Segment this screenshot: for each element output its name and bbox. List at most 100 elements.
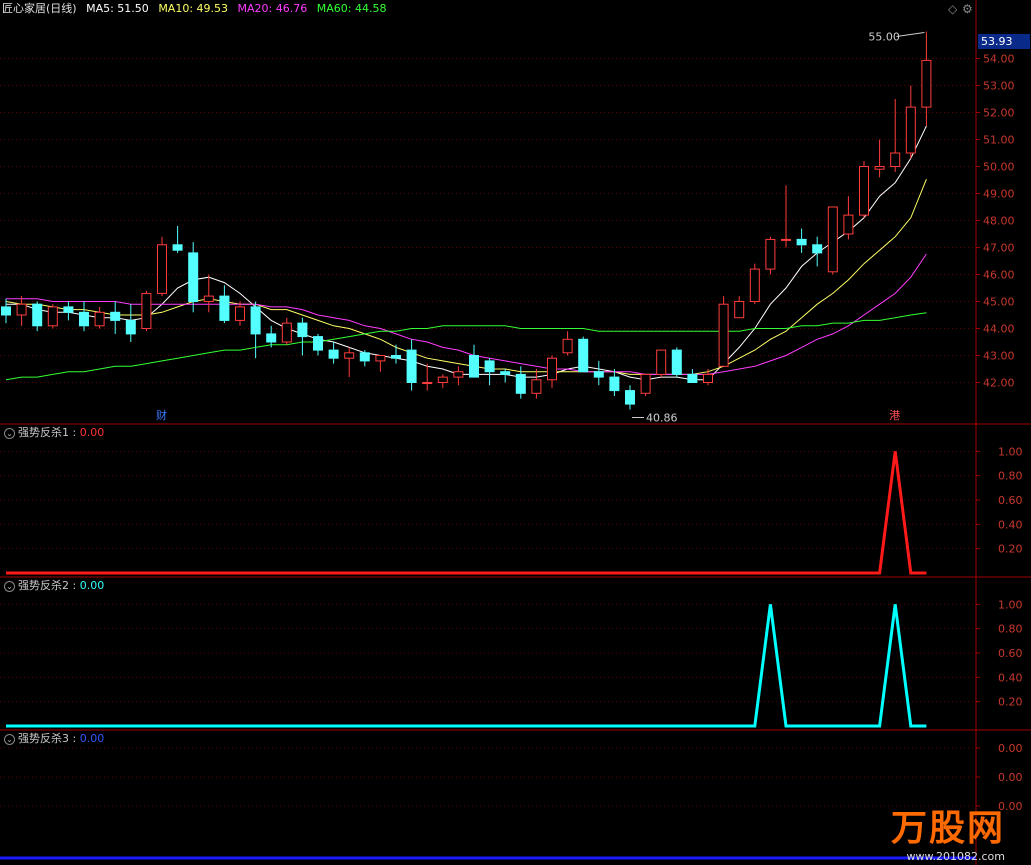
candle-body — [547, 357, 557, 381]
candle — [921, 31, 932, 126]
candle — [890, 99, 901, 172]
chevron-down-icon[interactable]: ⌄ — [4, 427, 15, 439]
indicator-tick-label: 0.00 — [998, 771, 1023, 784]
candle — [172, 225, 183, 253]
ma60-readout: MA60: 44.58 — [316, 2, 387, 15]
candle-body — [484, 360, 495, 373]
chevron-down-icon[interactable]: ⌄ — [4, 580, 15, 592]
candle-body — [687, 373, 698, 383]
candle — [656, 349, 667, 378]
candle-body — [531, 379, 542, 394]
candle-body — [515, 373, 526, 394]
candle — [63, 301, 74, 321]
candle-body — [125, 319, 136, 335]
candle-body — [625, 390, 635, 405]
candle-body — [500, 371, 511, 375]
price-tick-label: 44.00 — [983, 323, 1015, 336]
indicator-tick-label: 0.40 — [998, 518, 1023, 531]
candle-body — [874, 166, 885, 170]
indicator-line-1 — [6, 451, 927, 575]
ma10-readout: MA10: 49.53 — [158, 2, 229, 15]
candle — [437, 374, 448, 388]
candle — [203, 274, 214, 313]
candle — [94, 306, 105, 329]
candle-body — [375, 355, 386, 362]
candle-body — [94, 311, 105, 327]
candle — [843, 196, 854, 240]
candle — [593, 360, 604, 386]
candle-body — [406, 349, 417, 384]
indicator-tick-label: 0.60 — [998, 494, 1023, 507]
candle-body — [843, 214, 854, 235]
price-tick-label: 42.00 — [983, 377, 1015, 390]
candle — [406, 339, 417, 391]
ma20-readout: MA20: 46.76 — [237, 2, 308, 15]
indicator2-label[interactable]: 强势反杀2 — [18, 579, 69, 592]
settings-icon[interactable]: ⚙ — [962, 2, 973, 16]
candle — [359, 350, 370, 367]
candle — [297, 317, 308, 356]
candle-body — [359, 352, 370, 362]
candle — [32, 301, 43, 332]
candle-body — [313, 336, 323, 351]
candle-body — [734, 301, 745, 319]
candle — [281, 317, 292, 345]
ma-line-ma5 — [6, 125, 927, 381]
candle-body — [281, 322, 292, 343]
candle-body — [827, 206, 838, 273]
price-tick-label: 43.00 — [983, 350, 1015, 363]
diamond-icon[interactable]: ◇ — [948, 2, 957, 16]
candle — [125, 304, 136, 342]
candle-body — [437, 376, 448, 384]
candle — [765, 236, 776, 275]
candle-body — [890, 152, 901, 167]
candle-body — [749, 268, 760, 303]
price-tick-label: 54.00 — [983, 53, 1015, 66]
candle-body — [905, 106, 916, 154]
indicator3-header: ⌄ 强势反杀3 : 0.00 — [4, 731, 104, 747]
indicator2-value: 0.00 — [79, 579, 105, 592]
candle — [110, 301, 121, 334]
candle-body — [110, 311, 121, 321]
price-tick-label: 46.00 — [983, 269, 1015, 282]
candle-body — [250, 306, 261, 335]
candle — [812, 236, 823, 267]
event-label: 财 — [156, 408, 167, 422]
stock-title[interactable]: 匠心家居(日线) — [2, 2, 77, 15]
candle — [547, 355, 557, 388]
indicator-tick-label: 0.00 — [998, 742, 1023, 755]
indicator-line-2 — [6, 604, 927, 728]
indicator-tick-label: 0.80 — [998, 470, 1023, 483]
candle — [266, 325, 277, 348]
candle — [375, 355, 386, 372]
price-tick-label: 51.00 — [983, 134, 1015, 147]
candle-body — [1, 306, 11, 316]
indicator1-label[interactable]: 强势反杀1 — [18, 426, 69, 439]
candle — [625, 385, 635, 410]
candle-body — [656, 349, 667, 375]
chart-canvas: 42.00 43.00 44.00 45.00 46.00 47.00 48.00 49.00… — [0, 0, 1031, 865]
indicator3-label[interactable]: 强势反杀3 — [18, 732, 69, 745]
candle-body — [812, 244, 823, 254]
candle — [671, 347, 682, 378]
candle-body — [391, 355, 401, 359]
candle-body — [32, 303, 43, 327]
price-tick-label: 47.00 — [983, 242, 1015, 255]
candle-body — [235, 306, 245, 321]
chevron-down-icon[interactable]: ⌄ — [4, 733, 15, 745]
candle-body — [859, 166, 869, 216]
candle — [484, 358, 495, 386]
candle-body — [188, 252, 199, 302]
candle-body — [63, 306, 74, 313]
chart-header: 匠心家居(日线) MA5: 51.50 MA10: 49.53 MA20: 46… — [0, 0, 392, 18]
high-marker-label: 55.00 — [868, 31, 900, 44]
indicator-tick-label: 0.20 — [998, 543, 1023, 556]
candle-body — [718, 303, 729, 367]
price-tick-label: 53.00 — [983, 80, 1015, 93]
candle — [16, 296, 27, 326]
indicator-tick-label: 0.40 — [998, 671, 1023, 684]
candle — [219, 285, 230, 324]
low-marker-label: 40.86 — [646, 412, 678, 425]
candle — [344, 347, 355, 378]
indicator3-value: 0.00 — [79, 732, 105, 745]
